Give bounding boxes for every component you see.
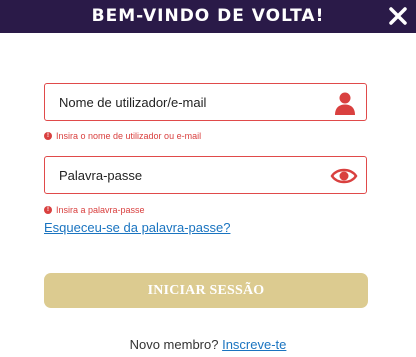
- close-icon[interactable]: [388, 6, 408, 26]
- eye-icon[interactable]: [330, 163, 358, 189]
- password-field[interactable]: [44, 156, 367, 194]
- password-input[interactable]: [59, 157, 319, 193]
- password-error: ! Insira a palavra-passe: [44, 205, 145, 215]
- login-button[interactable]: INICIAR SESSÃO: [44, 273, 368, 308]
- username-error-text: Insira o nome de utilizador ou e-mail: [56, 131, 202, 141]
- user-icon: [332, 90, 358, 116]
- signup-prompt: Novo membro? Inscreve-te: [0, 337, 416, 352]
- forgot-password-link[interactable]: Esqueceu-se da palavra-passe?: [44, 220, 230, 235]
- password-error-text: Insira a palavra-passe: [56, 205, 145, 215]
- username-field[interactable]: [44, 83, 367, 121]
- username-input[interactable]: [59, 84, 319, 120]
- username-error: ! Insira o nome de utilizador ou e-mail: [44, 131, 201, 141]
- signup-prompt-text: Novo membro?: [129, 337, 219, 352]
- modal-header: BEM-VINDO DE VOLTA!: [0, 0, 416, 33]
- error-icon: !: [44, 206, 52, 214]
- modal-title: BEM-VINDO DE VOLTA!: [91, 6, 325, 26]
- signup-link[interactable]: Inscreve-te: [222, 337, 286, 352]
- error-icon: !: [44, 132, 52, 140]
